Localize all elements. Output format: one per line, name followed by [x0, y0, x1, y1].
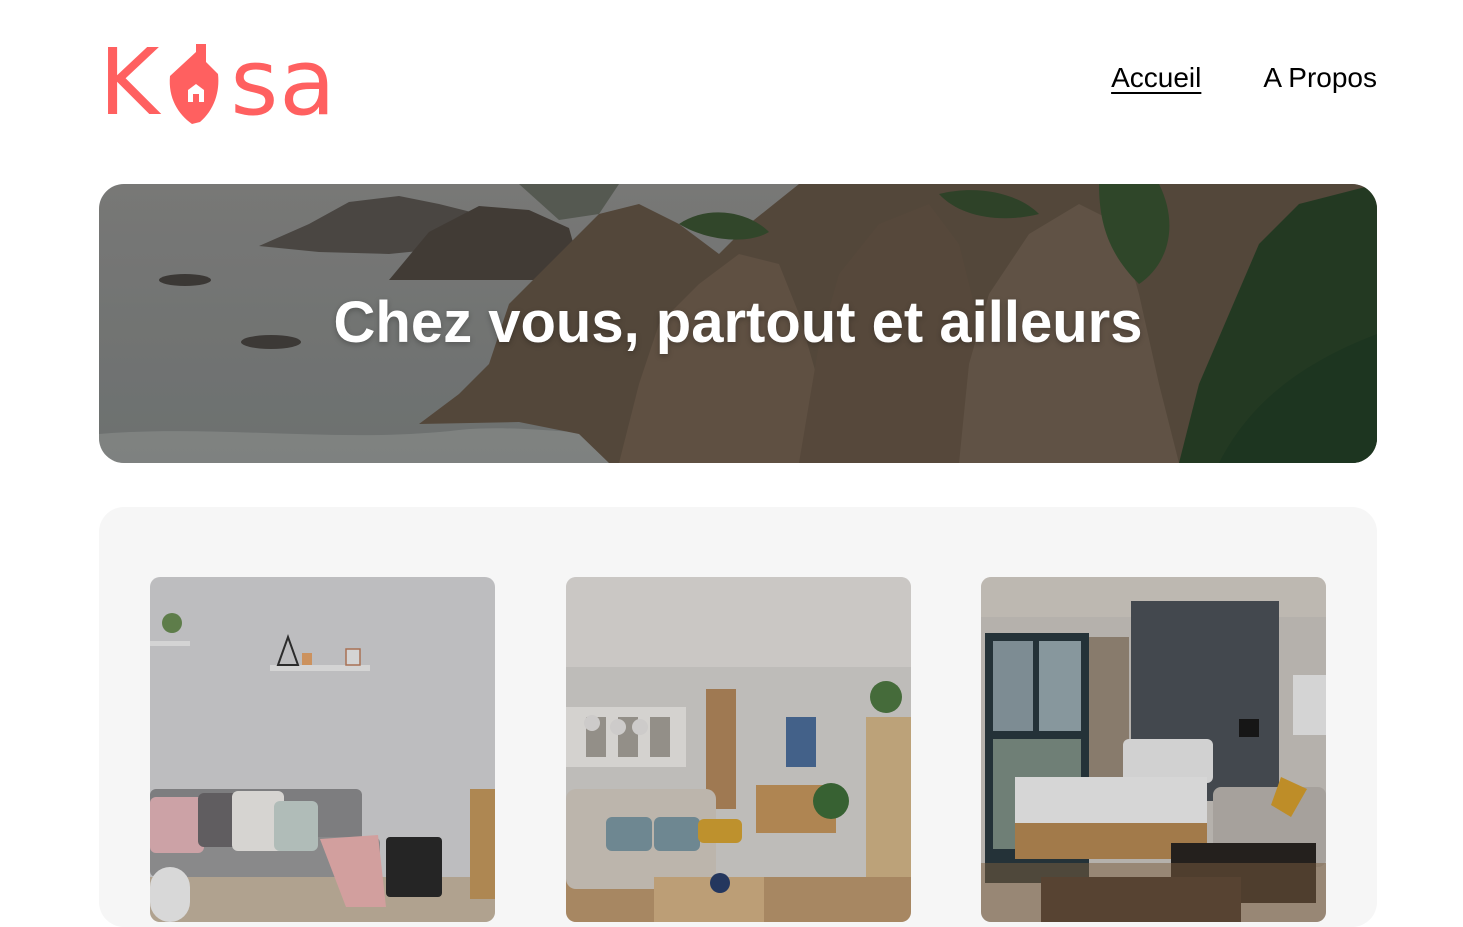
hero-banner: Chez vous, partout et ailleurs: [99, 184, 1377, 463]
listing-card[interactable]: [981, 577, 1326, 922]
listing-image-open-living-room: [566, 577, 911, 922]
banner-title: Chez vous, partout et ailleurs: [333, 290, 1143, 355]
main-nav: Accueil A Propos: [1111, 60, 1377, 96]
listing-card[interactable]: [566, 577, 911, 922]
listing-card[interactable]: [150, 577, 495, 922]
nav-link-a-propos[interactable]: A Propos: [1263, 60, 1377, 96]
nav-link-accueil[interactable]: Accueil: [1111, 60, 1201, 96]
house-icon: [170, 44, 219, 124]
site-header: K sa Accueil A Propos: [99, 29, 1377, 136]
listing-image-living-room: [150, 577, 495, 922]
logo-letters-sa: sa: [230, 29, 337, 136]
listings-gallery: [99, 507, 1377, 927]
logo-letter-k: K: [99, 29, 161, 136]
kasa-logo[interactable]: K sa: [99, 29, 365, 136]
listing-image-hotel-bedroom: [981, 577, 1326, 922]
